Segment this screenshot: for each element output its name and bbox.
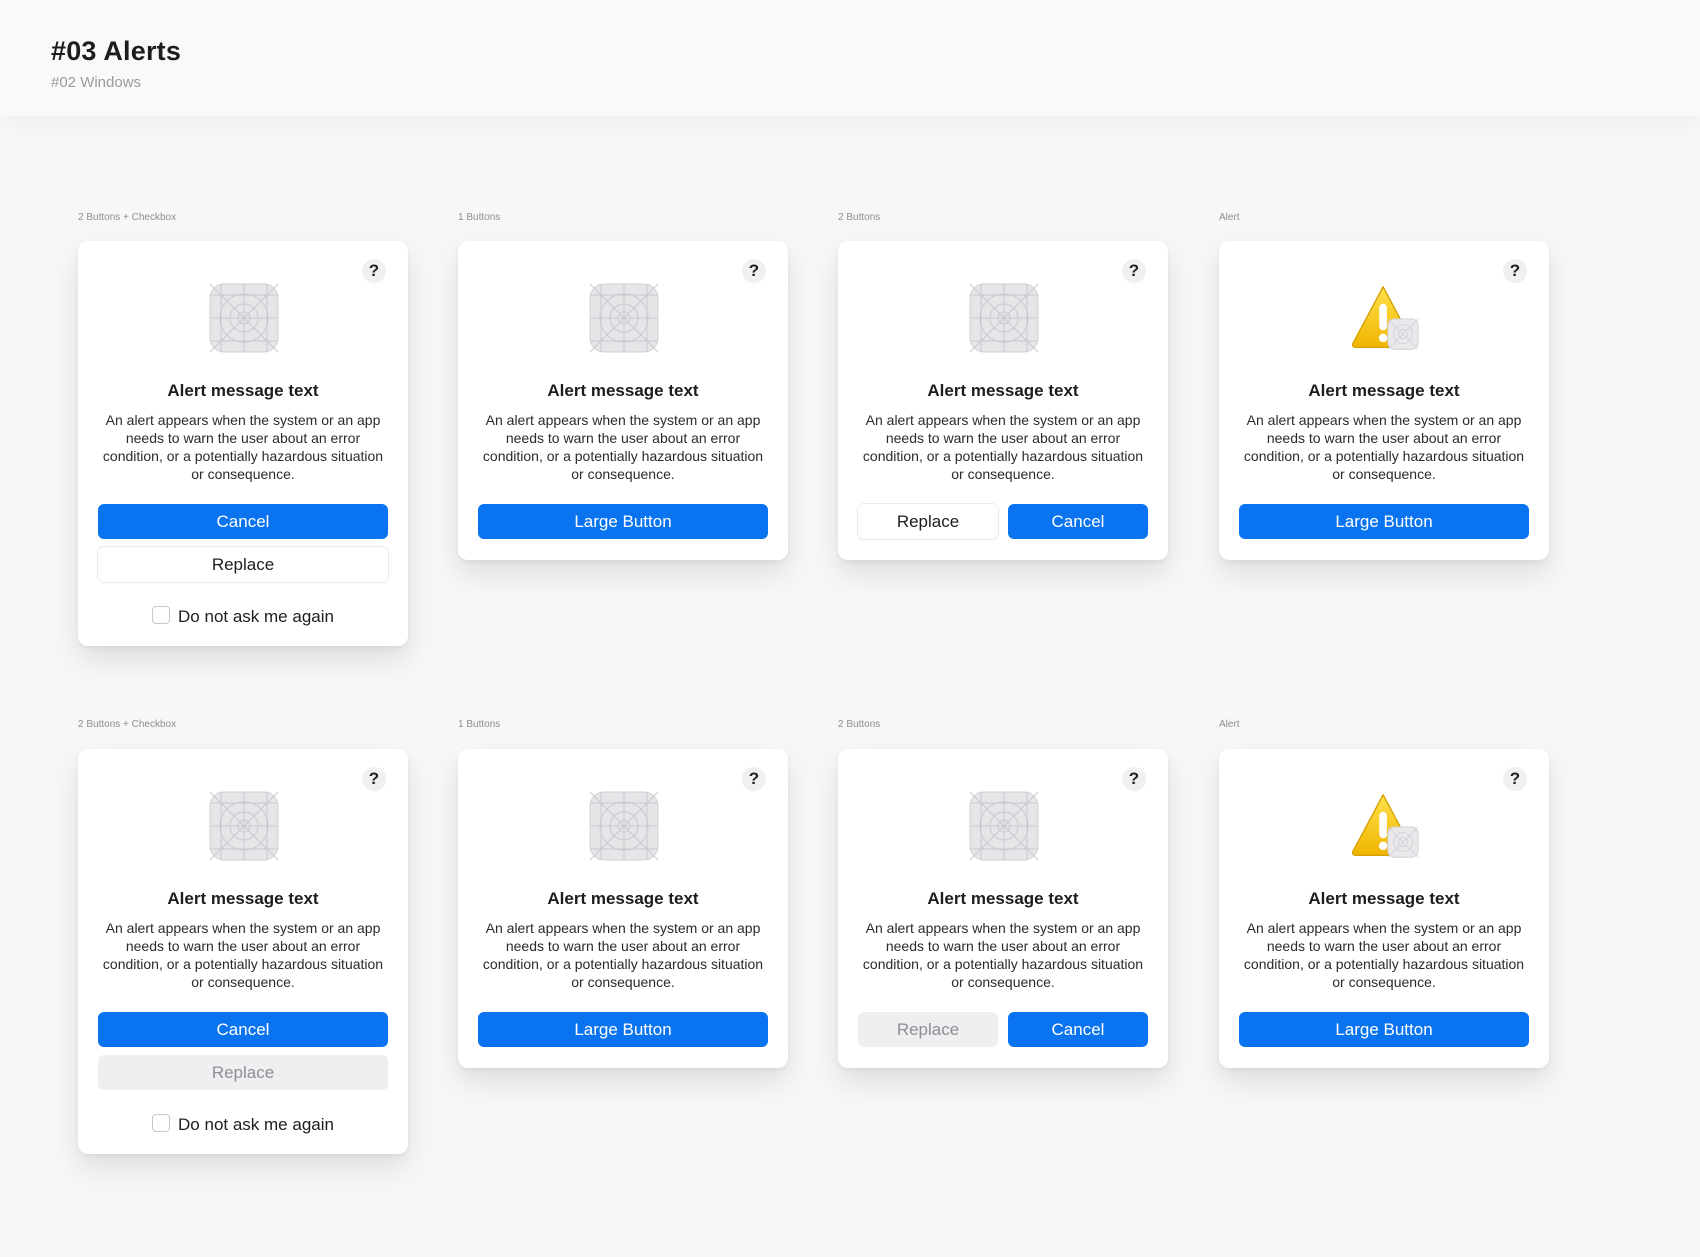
cancel-button[interactable]: Cancel: [98, 504, 388, 539]
page-subtitle: #02 Windows: [51, 74, 142, 91]
alert-title: Alert message text: [547, 889, 699, 908]
checkbox[interactable]: [152, 606, 171, 624]
do-not-ask-checkbox-row[interactable]: Do not ask me again: [78, 1114, 408, 1135]
page-header: #03 Alerts #02 Windows: [0, 0, 1700, 116]
alert-title: Alert message text: [1308, 381, 1460, 400]
alert-title: Alert message text: [547, 381, 699, 400]
help-icon[interactable]: ?: [362, 767, 386, 791]
alert-body: An alert appears when the system or an a…: [862, 920, 1144, 990]
alert-card-2-buttons-disabled: ? Alert message text An alert appears wh…: [838, 749, 1168, 1068]
alert-title: Alert message text: [167, 889, 319, 908]
replace-button[interactable]: Replace: [858, 504, 998, 539]
alert-card-2-buttons-checkbox: ? Alert message text An alert appears wh…: [78, 241, 408, 646]
do-not-ask-checkbox-row[interactable]: Do not ask me again: [78, 606, 408, 627]
app-icon-placeholder: [969, 791, 1039, 861]
checkbox-label: Do not ask me again: [178, 607, 334, 626]
help-icon[interactable]: ?: [1503, 767, 1527, 791]
checkbox[interactable]: [152, 1114, 171, 1132]
cancel-button[interactable]: Cancel: [1008, 504, 1148, 539]
app-icon-placeholder: [969, 283, 1039, 353]
alert-body: An alert appears when the system or an a…: [102, 412, 384, 482]
alert-card-warning: ? Alert message text An alert appears wh…: [1219, 241, 1549, 560]
alert-body: An alert appears when the system or an a…: [862, 412, 1144, 482]
alert-title: Alert message text: [1308, 889, 1460, 908]
alert-card-2-buttons: ? Alert message text An alert appears wh…: [838, 241, 1168, 560]
warning-triangle-icon: [1351, 286, 1419, 350]
alert-card-2-buttons-checkbox-disabled: ? Alert message text An alert appears wh…: [78, 749, 408, 1154]
section-label-2-buttons: 2 Buttons: [838, 212, 881, 223]
alert-card-1-button: ? Alert message text An alert appears wh…: [458, 241, 788, 560]
large-button[interactable]: Large Button: [478, 1012, 768, 1047]
app-icon-placeholder: [209, 283, 279, 353]
replace-button[interactable]: Replace: [98, 547, 388, 582]
large-button[interactable]: Large Button: [478, 504, 768, 539]
help-icon[interactable]: ?: [1122, 259, 1146, 283]
cancel-button[interactable]: Cancel: [1008, 1012, 1148, 1047]
help-icon[interactable]: ?: [742, 259, 766, 283]
replace-button-disabled[interactable]: Replace: [98, 1055, 388, 1090]
section-label-1-buttons: 1 Buttons: [458, 212, 501, 223]
cancel-button[interactable]: Cancel: [98, 1012, 388, 1047]
alert-body: An alert appears when the system or an a…: [1243, 920, 1525, 990]
large-button[interactable]: Large Button: [1239, 504, 1529, 539]
app-icon-placeholder: [589, 791, 659, 861]
help-icon[interactable]: ?: [1122, 767, 1146, 791]
alert-body: An alert appears when the system or an a…: [1243, 412, 1525, 482]
alert-body: An alert appears when the system or an a…: [482, 412, 764, 482]
app-icon-placeholder: [589, 283, 659, 353]
help-icon[interactable]: ?: [362, 259, 386, 283]
alert-title: Alert message text: [927, 889, 1079, 908]
alert-body: An alert appears when the system or an a…: [482, 920, 764, 990]
large-button[interactable]: Large Button: [1239, 1012, 1529, 1047]
checkbox-label: Do not ask me again: [178, 1115, 334, 1134]
section-label-2-buttons: 2 Buttons: [838, 719, 881, 730]
alert-body: An alert appears when the system or an a…: [102, 920, 384, 990]
alert-title: Alert message text: [167, 381, 319, 400]
replace-button-disabled[interactable]: Replace: [858, 1012, 998, 1047]
section-label-2-buttons-checkbox: 2 Buttons + Checkbox: [78, 719, 177, 730]
help-icon[interactable]: ?: [742, 767, 766, 791]
help-icon[interactable]: ?: [1503, 259, 1527, 283]
alert-title: Alert message text: [927, 381, 1079, 400]
page-title: #03 Alerts: [51, 36, 182, 66]
section-label-1-buttons: 1 Buttons: [458, 719, 501, 730]
alert-card-warning: ? Alert message text An alert appears wh…: [1219, 749, 1549, 1068]
section-label-alert: Alert: [1219, 212, 1240, 223]
section-label-2-buttons-checkbox: 2 Buttons + Checkbox: [78, 212, 177, 223]
alert-card-1-button: ? Alert message text An alert appears wh…: [458, 749, 788, 1068]
warning-triangle-icon: [1351, 794, 1419, 858]
section-label-alert: Alert: [1219, 719, 1240, 730]
app-icon-placeholder: [209, 791, 279, 861]
